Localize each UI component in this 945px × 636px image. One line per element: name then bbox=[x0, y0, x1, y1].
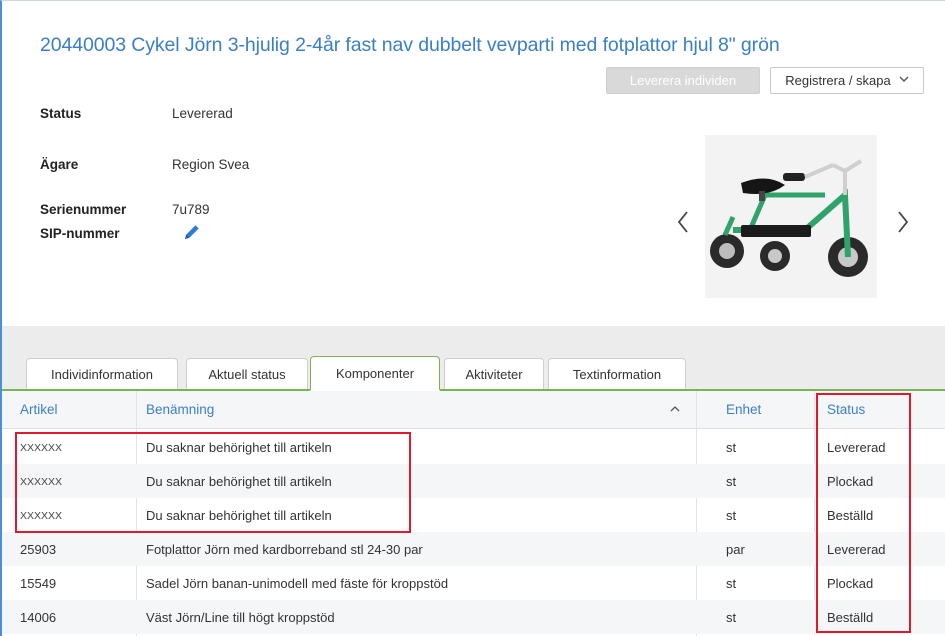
status-label: Status bbox=[40, 106, 82, 121]
tab-komponenter[interactable]: Komponenter bbox=[310, 356, 440, 391]
chevron-left-icon[interactable] bbox=[676, 210, 690, 241]
tab-aktiviteter[interactable]: Aktiviteter bbox=[444, 358, 544, 390]
column-header-benamning[interactable]: Benämning bbox=[146, 402, 214, 417]
tab-individinformation[interactable]: Individinformation bbox=[26, 358, 178, 390]
serial-number-value: 7u789 bbox=[172, 202, 210, 217]
register-button-label: Registrera / skapa bbox=[785, 73, 891, 88]
serial-number-label: Serienummer bbox=[40, 202, 127, 217]
cell-status: Beställd bbox=[827, 610, 874, 625]
cell-benamning: Du saknar behörighet till artikeln bbox=[146, 474, 332, 489]
tab-label: Textinformation bbox=[572, 367, 662, 382]
cell-enhet: par bbox=[726, 542, 745, 557]
cell-enhet: st bbox=[726, 440, 737, 455]
cell-benamning: Fotplattor Jörn med kardborreband stl 24… bbox=[146, 542, 423, 557]
cell-status: Levererad bbox=[827, 440, 886, 455]
tab-aktuell-status[interactable]: Aktuell status bbox=[186, 358, 308, 390]
deliver-button-label: Leverera individen bbox=[629, 73, 737, 88]
cell-enhet: st bbox=[726, 576, 737, 591]
cell-artikel: XXXXXX bbox=[20, 510, 63, 522]
cell-benamning: Du saknar behörighet till artikeln bbox=[146, 508, 332, 523]
product-image bbox=[705, 135, 877, 298]
status-value: Levererad bbox=[172, 106, 233, 121]
owner-value: Region Svea bbox=[172, 157, 250, 172]
table-row[interactable]: 15549 Sadel Jörn banan-unimodell med fäs… bbox=[2, 566, 945, 600]
cell-artikel: XXXXXX bbox=[20, 442, 63, 454]
cell-status: Plockad bbox=[827, 576, 874, 591]
table-row[interactable]: XXXXXX Du saknar behörighet till artikel… bbox=[2, 498, 945, 532]
caret-up-icon[interactable] bbox=[670, 401, 680, 415]
sip-number-label: SIP-nummer bbox=[40, 226, 120, 241]
cell-artikel: 15549 bbox=[20, 576, 57, 591]
page-title: 20440003 Cykel Jörn 3-hjulig 2-4år fast … bbox=[40, 34, 780, 56]
cell-artikel: XXXXXX bbox=[20, 476, 63, 488]
cell-benamning: Du saknar behörighet till artikeln bbox=[146, 440, 332, 455]
pencil-icon[interactable] bbox=[182, 222, 202, 242]
column-header-enhet[interactable]: Enhet bbox=[726, 402, 761, 417]
tab-textinformation[interactable]: Textinformation bbox=[548, 358, 686, 390]
chevron-down-icon bbox=[899, 75, 909, 86]
cell-status: Beställd bbox=[827, 508, 874, 523]
cell-enhet: st bbox=[726, 610, 737, 625]
cell-status: Plockad bbox=[827, 474, 874, 489]
table-header: Artikel Benämning Enhet Status bbox=[2, 391, 945, 429]
tab-label: Individinformation bbox=[51, 367, 153, 382]
cell-artikel: 14006 bbox=[20, 610, 57, 625]
chevron-right-icon[interactable] bbox=[896, 210, 910, 241]
column-header-artikel[interactable]: Artikel bbox=[20, 402, 58, 417]
cell-artikel: 25903 bbox=[20, 542, 57, 557]
table-row[interactable]: 14006 Väst Jörn/Line till högt kroppstöd… bbox=[2, 600, 945, 634]
cell-enhet: st bbox=[726, 474, 737, 489]
table-row[interactable]: XXXXXX Du saknar behörighet till artikel… bbox=[2, 464, 945, 498]
table-row[interactable]: XXXXXX Du saknar behörighet till artikel… bbox=[2, 430, 945, 464]
tab-label: Aktuell status bbox=[208, 367, 286, 382]
cell-status: Levererad bbox=[827, 542, 886, 557]
cell-benamning: Väst Jörn/Line till högt kroppstöd bbox=[146, 610, 335, 625]
deliver-individual-button[interactable]: Leverera individen bbox=[606, 67, 760, 94]
cell-benamning: Sadel Jörn banan-unimodell med fäste för… bbox=[146, 576, 449, 591]
tab-label: Aktiviteter bbox=[465, 367, 523, 382]
cell-enhet: st bbox=[726, 508, 737, 523]
table-row[interactable]: 25903 Fotplattor Jörn med kardborreband … bbox=[2, 532, 945, 566]
owner-label: Ägare bbox=[40, 157, 79, 172]
column-header-status[interactable]: Status bbox=[827, 402, 865, 417]
tab-label: Komponenter bbox=[335, 365, 415, 381]
register-create-dropdown[interactable]: Registrera / skapa bbox=[770, 67, 924, 94]
